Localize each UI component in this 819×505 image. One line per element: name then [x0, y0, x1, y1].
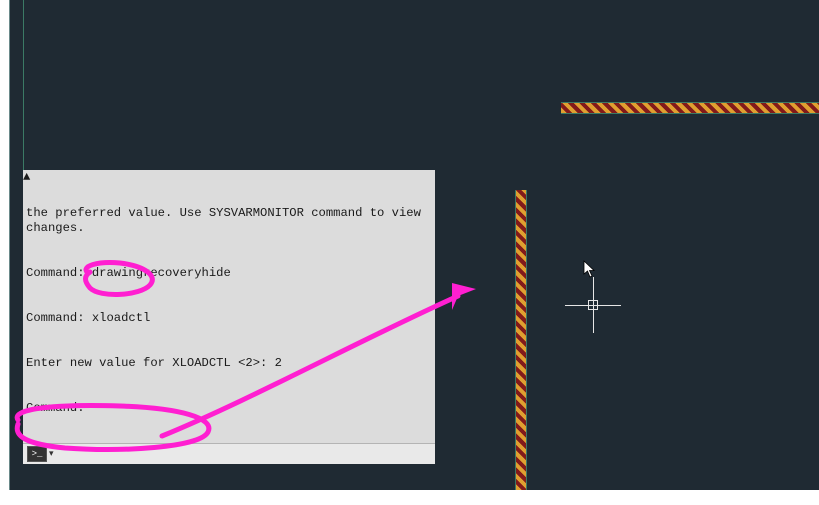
history-line: Command: drawingrecoveryhide — [26, 266, 423, 281]
history-line: Command: — [26, 401, 423, 416]
drawing-wall-horizontal[interactable] — [561, 102, 819, 114]
cursor-icon — [583, 260, 597, 278]
drawing-crosshair — [593, 305, 594, 306]
command-input-bar[interactable]: ▾ — [23, 443, 435, 464]
axis-line-vertical — [23, 0, 24, 170]
command-prompt-icon[interactable] — [27, 446, 47, 462]
cad-viewport[interactable]: the preferred value. Use SYSVARMONITOR c… — [9, 0, 819, 490]
history-line: Enter new value for XLOADCTL <2>: 2 — [26, 356, 423, 371]
history-line: the preferred value. Use SYSVARMONITOR c… — [26, 206, 423, 236]
annotation-arrow-head — [452, 283, 476, 310]
drawing-wall-vertical[interactable] — [515, 190, 527, 490]
history-line: Command: xloadctl — [26, 311, 423, 326]
command-window[interactable]: the preferred value. Use SYSVARMONITOR c… — [23, 170, 435, 464]
command-input[interactable] — [58, 446, 431, 462]
command-history[interactable]: the preferred value. Use SYSVARMONITOR c… — [26, 176, 423, 434]
command-recent-dropdown-icon[interactable]: ▾ — [49, 447, 54, 462]
